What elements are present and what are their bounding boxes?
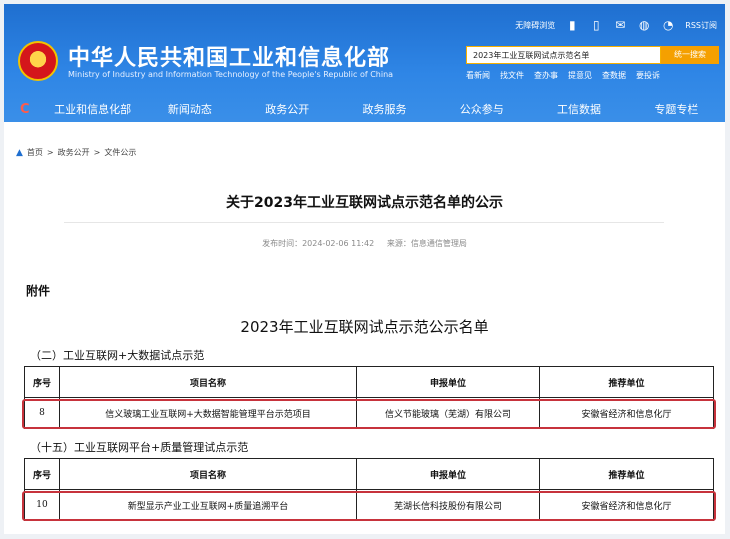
highlight-box [22, 399, 716, 429]
col-header-recommender: 推荐单位 [539, 366, 714, 398]
nav-item-news[interactable]: 新闻动态 [141, 101, 238, 117]
mobile-icon[interactable]: ▮ [565, 18, 579, 32]
col-header-no: 序号 [24, 458, 60, 490]
divider [64, 222, 664, 223]
breadcrumb-home[interactable]: 首页 [27, 147, 43, 158]
site-header: 中华人民共和国工业和信息化部 Ministry of Industry and … [4, 4, 725, 122]
nav-item-topics[interactable]: 专题专栏 [628, 101, 725, 117]
top-links: 无障碍浏览 ▮ ▯ ✉ ◍ ◔ RSS订阅 [515, 18, 717, 32]
mail-icon[interactable]: ✉ [613, 18, 627, 32]
attachment-label: 附件 [26, 284, 51, 298]
weibo-icon[interactable]: ◔ [661, 18, 675, 32]
quick-link[interactable]: 找文件 [500, 70, 524, 81]
quick-link[interactable]: 查数据 [602, 70, 626, 81]
home-icon[interactable]: ▲ [16, 148, 23, 158]
col-header-project: 项目名称 [59, 458, 357, 490]
breadcrumb-separator: > [93, 148, 101, 157]
quick-link[interactable]: 提意见 [568, 70, 592, 81]
section-heading: （十五）工业互联网平台+质量管理试点示范 [30, 441, 249, 454]
nav-item-ministry[interactable]: 工业和信息化部 [44, 101, 141, 117]
site-title: 中华人民共和国工业和信息化部 [68, 46, 391, 71]
rss-link[interactable]: RSS订阅 [685, 20, 717, 31]
breadcrumb-gov[interactable]: 政务公开 [58, 147, 90, 158]
national-emblem-icon [18, 41, 58, 81]
quick-links: 看新闻 找文件 查办事 提意见 查数据 要投诉 [466, 70, 660, 81]
nav-item-participation[interactable]: 公众参与 [433, 101, 530, 117]
source: 来源：信息通信管理局 [386, 239, 467, 248]
col-header-recommender: 推荐单位 [539, 458, 714, 490]
nav-item-government-affairs[interactable]: 政务公开 [239, 101, 336, 117]
tablet-icon[interactable]: ▯ [589, 18, 603, 32]
wechat-icon[interactable]: ◍ [637, 18, 651, 32]
quick-link[interactable]: 看新闻 [466, 70, 490, 81]
article-title: 关于2023年工业互联网试点示范名单的公示 [226, 195, 503, 211]
search-input[interactable]: 2023年工业互联网试点示范名单 [466, 46, 661, 64]
breadcrumb-current[interactable]: 文件公示 [104, 147, 136, 158]
table-header-row: 序号 项目名称 申报单位 推荐单位 [24, 458, 714, 490]
breadcrumb: ▲ 首页 > 政务公开 > 文件公示 [16, 147, 136, 158]
main-nav: C 工业和信息化部 新闻动态 政务公开 政务服务 公众参与 工信数据 专题专栏 [4, 96, 725, 122]
publish-time: 发布时间：2024-02-06 11:42 [262, 239, 375, 248]
article-meta: 发布时间：2024-02-06 11:42 来源：信息通信管理局 [4, 238, 725, 249]
nav-item-services[interactable]: 政务服务 [336, 101, 433, 117]
col-header-project: 项目名称 [59, 366, 357, 398]
nav-item-data[interactable]: 工信数据 [530, 101, 627, 117]
breadcrumb-separator: > [46, 148, 54, 157]
col-header-applicant: 申报单位 [356, 458, 540, 490]
col-header-applicant: 申报单位 [356, 366, 540, 398]
site-subtitle: Ministry of Industry and Information Tec… [68, 70, 394, 79]
search-button[interactable]: 统一搜索 [661, 46, 719, 64]
list-title: 2023年工业互联网试点示范公示名单 [240, 318, 489, 336]
page: 中华人民共和国工业和信息化部 Ministry of Industry and … [4, 4, 725, 534]
table-header-row: 序号 项目名称 申报单位 推荐单位 [24, 366, 714, 398]
nav-logo-icon: C [20, 101, 30, 117]
col-header-no: 序号 [24, 366, 60, 398]
accessible-browse-link[interactable]: 无障碍浏览 [515, 20, 555, 31]
quick-link[interactable]: 查办事 [534, 70, 558, 81]
quick-link[interactable]: 要投诉 [636, 70, 660, 81]
section-heading: （二）工业互联网+大数据试点示范 [30, 349, 205, 362]
highlight-box [22, 491, 716, 521]
